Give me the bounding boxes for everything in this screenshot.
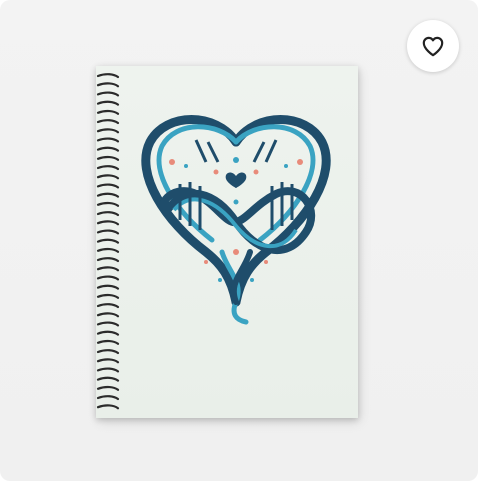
- spiral-coil: [96, 376, 120, 382]
- spiral-coil: [96, 229, 120, 235]
- spiral-coil: [96, 257, 120, 263]
- spiral-coil: [96, 100, 120, 106]
- spiral-coil: [96, 284, 120, 290]
- spiral-coil: [96, 303, 120, 309]
- spiral-coil: [96, 358, 120, 364]
- spiral-coil: [96, 119, 120, 125]
- spiral-coil: [96, 109, 120, 115]
- spiral-coil: [96, 91, 120, 97]
- spiral-coil: [96, 183, 120, 189]
- spiral-coil: [96, 174, 120, 180]
- spiral-coil: [96, 404, 120, 410]
- spiral-coil: [96, 201, 120, 207]
- spiral-coil: [96, 137, 120, 143]
- spiral-coil: [96, 165, 120, 171]
- spiral-coil: [96, 349, 120, 355]
- spiral-coil: [96, 238, 120, 244]
- spiral-coil: [96, 155, 120, 161]
- spiral-coil: [96, 321, 120, 327]
- spiral-coil: [96, 192, 120, 198]
- spiral-coil: [96, 367, 120, 373]
- spiral-coil: [96, 146, 120, 152]
- spiral-binding: [96, 73, 120, 410]
- spiral-coil: [96, 330, 120, 336]
- spiral-coil: [96, 312, 120, 318]
- spiral-coil: [96, 293, 120, 299]
- favorite-button[interactable]: [407, 20, 459, 72]
- spiral-coil: [96, 266, 120, 272]
- spiral-coil: [96, 275, 120, 281]
- heart-outline-icon: [422, 36, 444, 57]
- spiral-coil: [96, 385, 120, 391]
- spiral-coil: [96, 339, 120, 345]
- spiral-coil: [96, 73, 120, 79]
- spiral-coil: [96, 395, 120, 401]
- spiral-coil: [96, 211, 120, 217]
- notebook-image[interactable]: [96, 66, 358, 418]
- spiral-coil: [96, 220, 120, 226]
- dna-heart-icon: [141, 115, 331, 325]
- spiral-coil: [96, 128, 120, 134]
- spiral-coil: [96, 247, 120, 253]
- spiral-coil: [96, 82, 120, 88]
- product-card[interactable]: [0, 0, 478, 481]
